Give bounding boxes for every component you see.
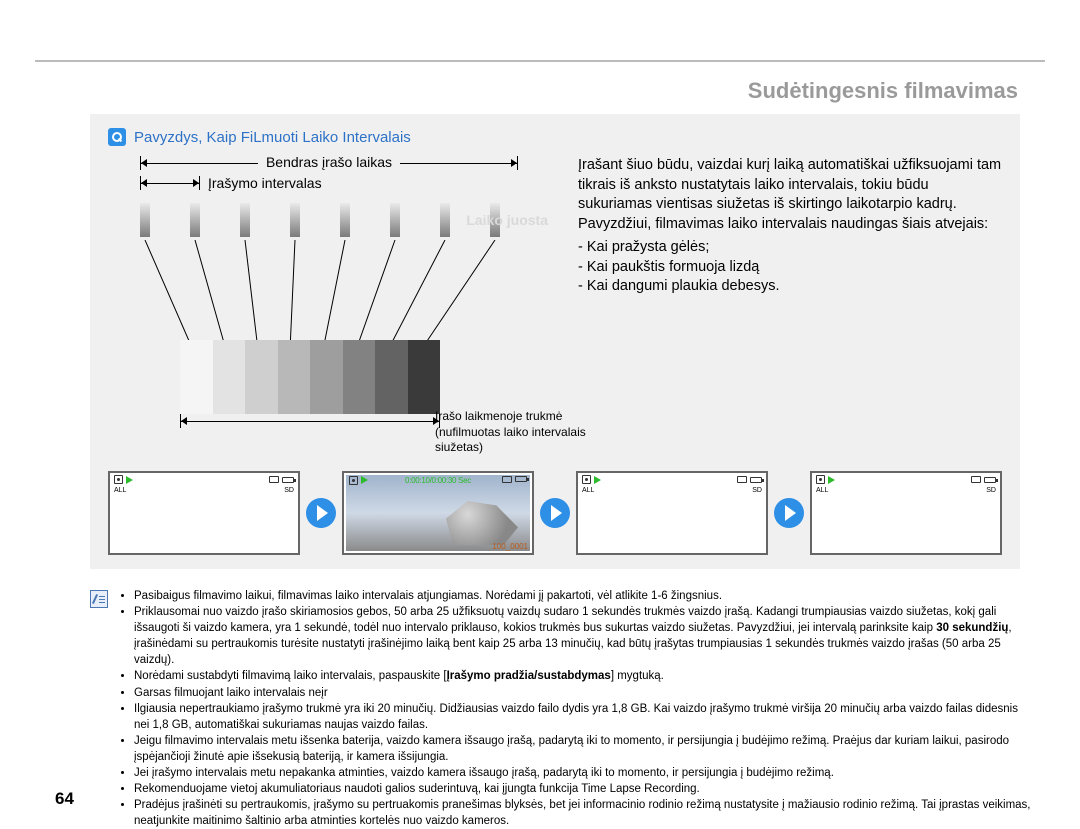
- sd-label: SD: [986, 487, 996, 494]
- page-rule-top: [35, 60, 1045, 62]
- bracket-interval: Įrašymo intervalas: [108, 176, 558, 194]
- card-icon: [971, 476, 981, 483]
- gradient-strip: [180, 340, 440, 414]
- battery-icon: [515, 476, 527, 482]
- all-label: ALL: [582, 487, 594, 494]
- description-text: Įrašant šiuo būdu, vaizdai kurį laiką au…: [578, 156, 1002, 234]
- thumbnail-2: 0:00:10/0:00:30 Sec 100_0001: [342, 471, 534, 555]
- rec-icon: [349, 476, 358, 485]
- thumbnail-3: ALL SD: [576, 471, 768, 555]
- sd-label: SD: [752, 487, 762, 494]
- timeline-label: Laiko juosta: [466, 212, 548, 228]
- next-arrow-icon: [774, 498, 804, 528]
- card-icon: [737, 476, 747, 483]
- panel-subtitle: Pavyzdys, Kaip FiLmuoti Laiko Intervalai…: [134, 129, 411, 146]
- case-item: Kai dangumi plaukia debesys.: [578, 277, 1002, 297]
- all-label: ALL: [114, 487, 126, 494]
- cases-list: Kai pražysta gėlės; Kai paukštis formuoj…: [578, 238, 1002, 297]
- interval-bars: Laiko juosta: [108, 200, 558, 240]
- section-title: Sudėtingesnis filmavimas: [748, 78, 1018, 104]
- note-item: Pradėjus įrašinėti su pertraukomis, įraš…: [134, 797, 1035, 829]
- card-icon: [502, 476, 512, 483]
- case-item: Kai pražysta gėlės;: [578, 238, 1002, 258]
- rec-icon: [582, 475, 591, 484]
- notes-section: Pasibaigus filmavimo laikui, filmavimas …: [90, 588, 1035, 829]
- rec-icon: [816, 475, 825, 484]
- rec-icon: [114, 475, 123, 484]
- note-item: Norėdami sustabdyti filmavimą laiko inte…: [134, 668, 1035, 684]
- note-item: Jeigu filmavimo intervalais metu išsenka…: [134, 733, 1035, 765]
- gradient-caption: Įrašo laikmenoje trukmė (nufilmuotas lai…: [435, 409, 605, 456]
- note-item: Jei įrašymo intervalais metu nepakanka a…: [134, 765, 1035, 781]
- thumbnail-strip: ALL SD 0:00:10/0:00:30 Sec 100_0001 ALL …: [108, 471, 1002, 555]
- all-label: ALL: [816, 487, 828, 494]
- convergence-lines: [108, 240, 558, 350]
- example-panel: Pavyzdys, Kaip FiLmuoti Laiko Intervalai…: [90, 114, 1020, 569]
- play-icon: [126, 476, 133, 484]
- timecode-label: 0:00:10/0:00:30 Sec: [405, 476, 471, 485]
- magnifier-icon: [108, 128, 126, 146]
- note-item: Priklausomai nuo vaizdo įrašo skiriamosi…: [134, 604, 1035, 668]
- bracket-interval-label: Įrašymo intervalas: [208, 175, 322, 191]
- diagram-column: Bendras įrašo laikas Įrašymo intervalas …: [108, 156, 558, 432]
- play-icon: [594, 476, 601, 484]
- battery-icon: [282, 477, 294, 483]
- next-arrow-icon: [540, 498, 570, 528]
- bracket-duration: [180, 414, 440, 432]
- bracket-total: Bendras įrašo laikas: [108, 156, 558, 174]
- sd-label: SD: [284, 487, 294, 494]
- play-icon: [361, 476, 368, 484]
- case-item: Kai paukštis formuoja lizdą: [578, 258, 1002, 278]
- panel-body: Bendras įrašo laikas Įrašymo intervalas …: [108, 156, 1002, 432]
- battery-icon: [750, 477, 762, 483]
- description-column: Įrašant šiuo būdu, vaizdai kurį laiką au…: [578, 156, 1002, 432]
- note-item: Ilgiausia nepertraukiamo įrašymo trukmė …: [134, 701, 1035, 733]
- note-icon: [90, 590, 108, 608]
- notes-list: Pasibaigus filmavimo laikui, filmavimas …: [120, 588, 1035, 829]
- thumbnail-1: ALL SD: [108, 471, 300, 555]
- note-item: Rekomenduojame vietoj akumuliatoriaus na…: [134, 781, 1035, 797]
- bracket-total-label: Bendras įrašo laikas: [258, 154, 400, 170]
- clip-name: 100_0001: [492, 542, 528, 551]
- note-item: Garsas filmuojant laiko intervalais neįr: [134, 685, 1035, 701]
- page-number: 64: [55, 789, 74, 809]
- note-item: Pasibaigus filmavimo laikui, filmavimas …: [134, 588, 1035, 604]
- card-icon: [269, 476, 279, 483]
- subtitle-row: Pavyzdys, Kaip FiLmuoti Laiko Intervalai…: [108, 128, 1002, 146]
- play-icon: [828, 476, 835, 484]
- next-arrow-icon: [306, 498, 336, 528]
- thumbnail-preview-image: [346, 475, 530, 551]
- thumbnail-4: ALL SD: [810, 471, 1002, 555]
- battery-icon: [984, 477, 996, 483]
